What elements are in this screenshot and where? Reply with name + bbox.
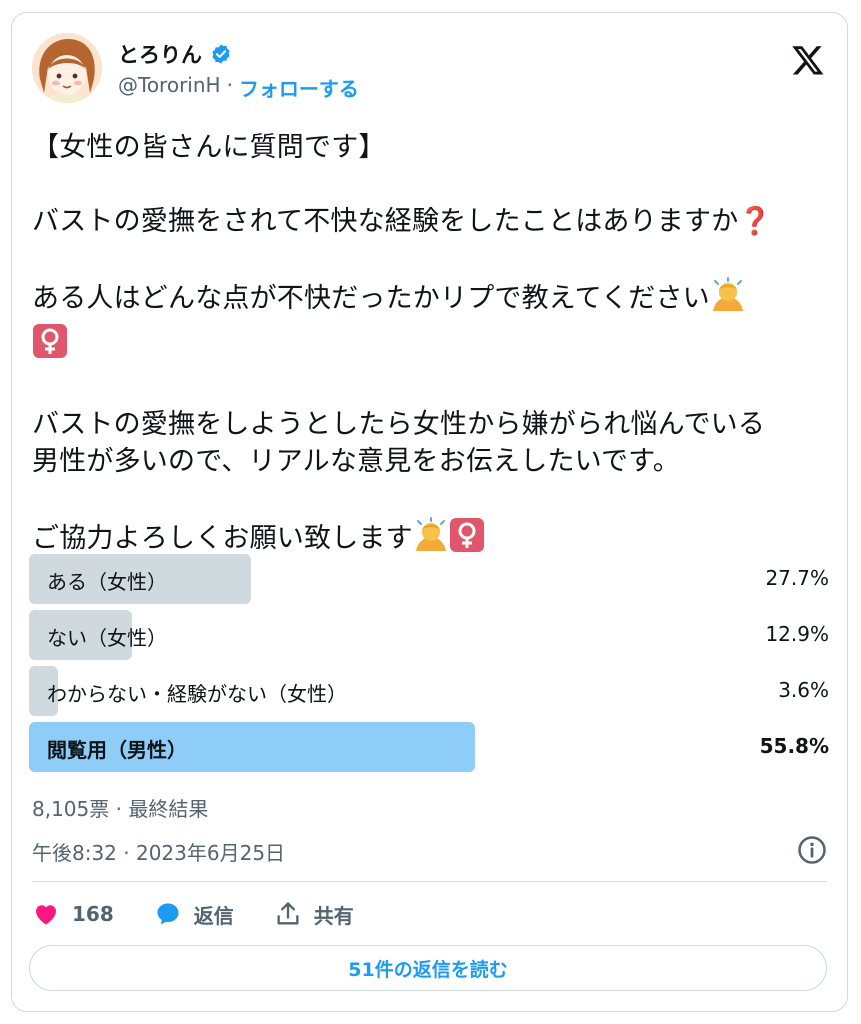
like-count: 168 [72,902,114,926]
divider [32,881,827,882]
tweet-line-4a: バストの愛撫をしようとしたら女性から嫌がられ悩んでいる [32,409,766,440]
tweet-text: 【女性の皆さんに質問です】 バストの愛撫をされて不快な経験をしたことはありますか… [32,129,832,563]
share-icon [277,902,299,925]
poll-option-label: 閲覧用（男性） [47,738,187,762]
handle-row: @TororinH · フォローする [118,73,359,102]
poll-option-percent: 55.8% [759,734,829,758]
separator: · [226,73,233,97]
poll-option: ある（女性） 27.7% [29,554,829,604]
poll-option-label: ある（女性） [47,570,167,594]
reply-button[interactable]: 返信 [154,900,234,929]
like-button[interactable]: 168 [32,900,114,928]
female-sign-emoji-icon [32,323,68,369]
verified-badge-icon [212,44,230,64]
timestamp[interactable]: 午後8:32 · 2023年6月25日 [32,837,285,866]
share-label: 共有 [313,903,354,928]
poll-option: ない（女性） 12.9% [29,610,829,660]
tweet-header: とろりん @TororinH · フォローする [32,33,827,113]
reply-label: 返信 [193,903,234,928]
tweet-line-4b: 男性が多いので、リアルな意見をお伝えしたいです。 [32,446,680,477]
poll-option: 閲覧用（男性） 55.8% [29,722,829,772]
action-bar: 168 返信 共有 [32,897,394,931]
avatar[interactable] [32,33,102,103]
read-replies-button[interactable]: 51件の返信を読む [29,945,827,991]
poll-option-percent: 27.7% [765,566,829,590]
poll-option-label: ない（女性） [47,626,167,650]
heart-icon [36,905,56,925]
tweet-card: とろりん @TororinH · フォローする 【女性の皆さんに質問です】 バス… [11,12,848,1012]
poll-option-percent: 12.9% [765,622,829,646]
question-mark-emoji-icon: ❓ [738,206,773,237]
poll-option: わからない・経験がない（女性） 3.6% [29,666,829,716]
handle[interactable]: @TororinH [118,73,221,102]
poll: ある（女性） 27.7% ない（女性） 12.9% わからない・経験がない（女性） 3.6… [29,554,829,778]
tweet-line-2: バストの愛撫をされて不快な経験をしたことはありますか [32,206,739,237]
x-logo-icon[interactable] [791,43,825,77]
tweet-line-1: 【女性の皆さんに質問です】 [32,132,386,163]
tweet-line-5: ご協力よろしくお願い致します [32,523,413,554]
share-button[interactable]: 共有 [274,900,354,929]
tweet-line-3: ある人はどんな点が不快だったかリプで教えてください [32,283,710,314]
info-icon[interactable] [797,835,827,865]
poll-votes: 8,105票 · 最終結果 [32,797,209,821]
poll-option-percent: 3.6% [778,678,829,702]
speech-bubble-icon [157,903,179,925]
name-row: とろりん [118,39,232,69]
person-bowing-emoji-icon [710,277,746,323]
display-name[interactable]: とろりん [118,39,202,69]
follow-link[interactable]: フォローする [239,73,359,102]
poll-option-label: わからない・経験がない（女性） [47,682,347,706]
